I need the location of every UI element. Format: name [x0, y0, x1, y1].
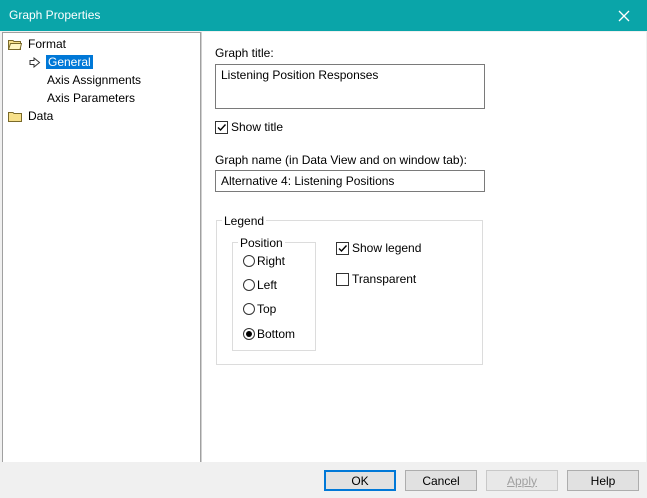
show-legend-label: Show legend: [352, 241, 422, 255]
checkbox-box: [215, 120, 228, 134]
arrow-right-icon: [29, 56, 41, 68]
tree-item-axis-parameters-label: Axis Parameters: [47, 91, 136, 105]
radio-circle: [243, 255, 255, 267]
cancel-button-label: Cancel: [422, 473, 460, 488]
open-folder-icon: [8, 39, 22, 50]
checkmark-icon: [338, 244, 348, 252]
tree-item-format[interactable]: Format: [8, 35, 66, 53]
tree-item-axis-assignments-label: Axis Assignments: [47, 73, 142, 87]
checkmark-icon: [217, 123, 227, 131]
ok-button[interactable]: OK: [324, 470, 396, 491]
close-icon: [618, 10, 630, 21]
position-group-label: Position: [238, 236, 285, 250]
position-top-radio[interactable]: Top: [243, 302, 276, 316]
show-title-checkbox[interactable]: Show title: [215, 120, 283, 134]
position-left-radio[interactable]: Left: [243, 278, 277, 292]
tree-item-general-label: General: [45, 54, 94, 70]
tree-item-general[interactable]: General: [29, 53, 94, 71]
navigation-tree: Format General Axis Assignments Axis Par…: [2, 32, 201, 464]
position-top-label: Top: [257, 302, 277, 316]
graph-name-label: Graph name (in Data View and on window t…: [215, 153, 467, 167]
show-legend-checkbox[interactable]: Show legend: [336, 241, 421, 255]
tree-item-axis-parameters[interactable]: Axis Parameters: [47, 89, 135, 107]
show-title-label: Show title: [231, 120, 284, 134]
window-title: Graph Properties: [9, 8, 101, 22]
graph-name-input[interactable]: Alternative 4: Listening Positions: [215, 170, 485, 192]
tree-item-data[interactable]: Data: [8, 107, 53, 125]
help-button[interactable]: Help: [567, 470, 639, 491]
cancel-button[interactable]: Cancel: [405, 470, 477, 491]
ok-button-label: OK: [351, 473, 369, 488]
tree-item-axis-assignments[interactable]: Axis Assignments: [47, 71, 141, 89]
position-left-label: Left: [257, 278, 278, 292]
title-bar: Graph Properties: [0, 0, 647, 31]
folder-icon: [8, 111, 22, 122]
transparent-label: Transparent: [352, 272, 417, 286]
close-button[interactable]: [601, 0, 647, 31]
tree-item-data-label: Data: [28, 109, 54, 123]
graph-title-input[interactable]: Listening Position Responses: [215, 64, 485, 109]
apply-button-label: Apply: [506, 473, 538, 488]
radio-circle: [243, 279, 255, 291]
radio-circle-selected: [243, 328, 255, 340]
position-bottom-radio[interactable]: Bottom: [243, 327, 295, 341]
apply-button[interactable]: Apply: [486, 470, 558, 491]
checkbox-box: [336, 272, 349, 286]
position-right-label: Right: [257, 254, 286, 268]
transparent-checkbox[interactable]: Transparent: [336, 272, 416, 286]
radio-circle: [243, 303, 255, 315]
tree-item-format-label: Format: [28, 37, 67, 51]
help-button-label: Help: [590, 473, 616, 488]
graph-title-label: Graph title:: [215, 46, 274, 60]
position-bottom-label: Bottom: [257, 327, 296, 341]
checkbox-box: [336, 241, 349, 255]
position-right-radio[interactable]: Right: [243, 254, 285, 268]
legend-group-label: Legend: [222, 214, 267, 228]
